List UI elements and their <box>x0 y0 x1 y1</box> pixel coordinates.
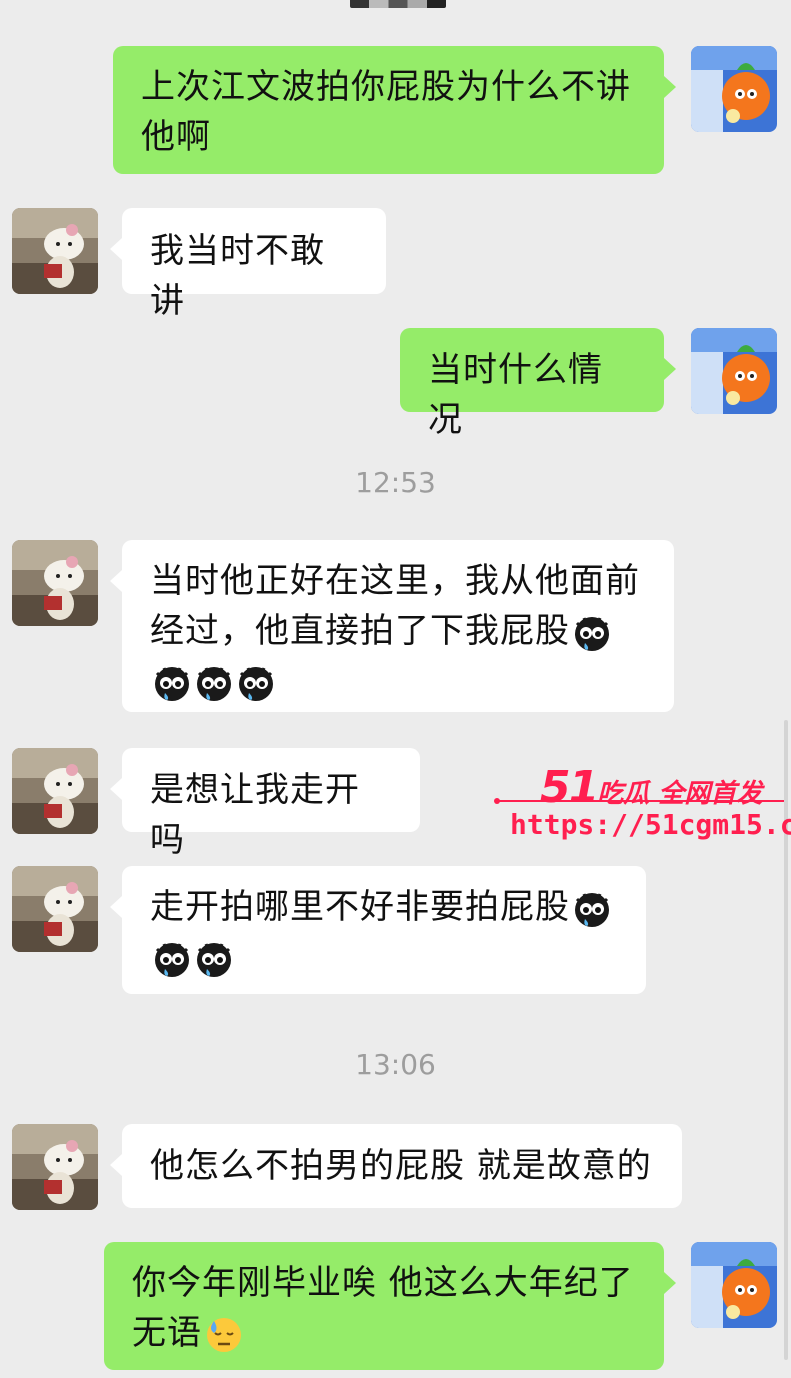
message-bubble-received[interactable]: 当时他正好在这里，我从他面前 经过，他直接拍了下我屁股 <box>110 540 674 712</box>
my-avatar-icon[interactable] <box>691 328 777 414</box>
watermark-line <box>494 798 784 804</box>
watermark-logo: 51吃瓜 全网首发 <box>540 762 762 813</box>
crying-soot-sprite-icon <box>194 663 234 703</box>
message-bubble-sent[interactable]: 当时什么情况 <box>400 328 676 440</box>
message-text: 是想让我走开吗 <box>150 770 360 860</box>
my-avatar-icon[interactable] <box>691 1242 777 1328</box>
top-blurred-fragment <box>350 0 446 8</box>
crying-soot-sprite-icon <box>236 663 276 703</box>
message-text: 当时什么情况 <box>428 350 603 440</box>
sweat-face-icon <box>204 1315 244 1355</box>
crying-soot-sprite-icon <box>194 939 234 979</box>
watermark-logo-text: 吃瓜 全网首发 <box>597 779 763 809</box>
message-text-line: 当时他正好在这里，我从他面前 <box>150 561 640 601</box>
message-text-line: 上次江文波拍你屁股为什么不讲 <box>141 67 631 107</box>
message-bubble-received[interactable]: 走开拍哪里不好非要拍屁股 <box>110 866 646 994</box>
my-avatar-icon[interactable] <box>691 46 777 132</box>
message-text-line: 走开拍哪里不好非要拍屁股 <box>150 887 570 927</box>
contact-avatar-icon[interactable] <box>12 866 98 952</box>
message-bubble-received[interactable]: 我当时不敢讲 <box>110 208 386 321</box>
message-text-line: 无语 <box>132 1313 202 1353</box>
crying-soot-sprite-icon <box>152 939 192 979</box>
crying-soot-sprite-icon <box>152 663 192 703</box>
message-text: 我当时不敢讲 <box>150 231 325 321</box>
timestamp: 13:06 <box>355 1048 436 1081</box>
message-bubble-received[interactable]: 他怎么不拍男的屁股 就是故意的 <box>110 1124 682 1208</box>
message-text-line: 他啊 <box>141 117 211 157</box>
message-text-line: 你今年刚毕业唉 他这么大年纪了 <box>132 1263 634 1303</box>
message-text: 他怎么不拍男的屁股 就是故意的 <box>150 1146 652 1186</box>
contact-avatar-icon[interactable] <box>12 208 98 294</box>
crying-soot-sprite-icon <box>572 889 612 929</box>
watermark-url: https://51cgm15.com <box>510 808 791 841</box>
crying-soot-sprite-icon <box>572 613 612 653</box>
message-bubble-sent[interactable]: 上次江文波拍你屁股为什么不讲 他啊 <box>113 46 676 174</box>
timestamp: 12:53 <box>355 466 436 499</box>
contact-avatar-icon[interactable] <box>12 748 98 834</box>
message-bubble-sent[interactable]: 你今年刚毕业唉 他这么大年纪了 无语 <box>104 1242 676 1370</box>
contact-avatar-icon[interactable] <box>12 540 98 626</box>
contact-avatar-icon[interactable] <box>12 1124 98 1210</box>
message-text-line: 经过，他直接拍了下我屁股 <box>150 611 570 651</box>
message-bubble-received[interactable]: 是想让我走开吗 <box>110 748 420 860</box>
watermark-logo-number: 51 <box>540 762 599 813</box>
